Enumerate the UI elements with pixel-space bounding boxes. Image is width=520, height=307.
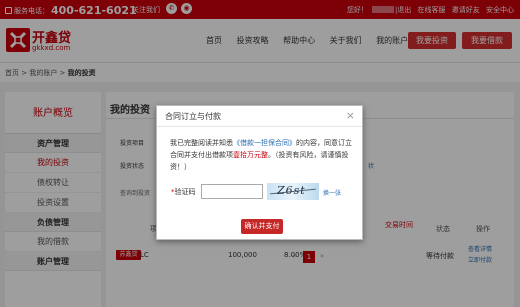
contract-link[interactable]: 《借款一担保合同》 — [233, 139, 296, 147]
captcha-label: *验证码 — [171, 187, 196, 197]
amount-text: 壹拾万元整 — [233, 151, 268, 159]
contract-payment-dialog: 合同订立与付款 × 我已完整阅读并知悉《借款一担保合同》的内容，同意订立合同并支… — [156, 105, 363, 240]
captcha-refresh-link[interactable]: 换一张 — [323, 188, 341, 197]
captcha-input[interactable] — [201, 184, 263, 199]
dialog-title: 合同订立与付款 — [165, 112, 221, 121]
captcha-image-text: Z6st — [277, 184, 306, 197]
captcha-image[interactable]: Z6st — [267, 183, 319, 200]
confirm-pay-button[interactable]: 确认并支付 — [241, 219, 283, 234]
close-icon[interactable]: × — [346, 109, 355, 122]
dialog-message: 我已完整阅读并知悉《借款一担保合同》的内容，同意订立合同并支付出借款项壹拾万元整… — [170, 137, 355, 173]
dialog-header: 合同订立与付款 × — [157, 106, 362, 127]
message-part: 我已完整阅读并知悉 — [170, 139, 233, 147]
captcha-label-text: 验证码 — [174, 188, 196, 196]
